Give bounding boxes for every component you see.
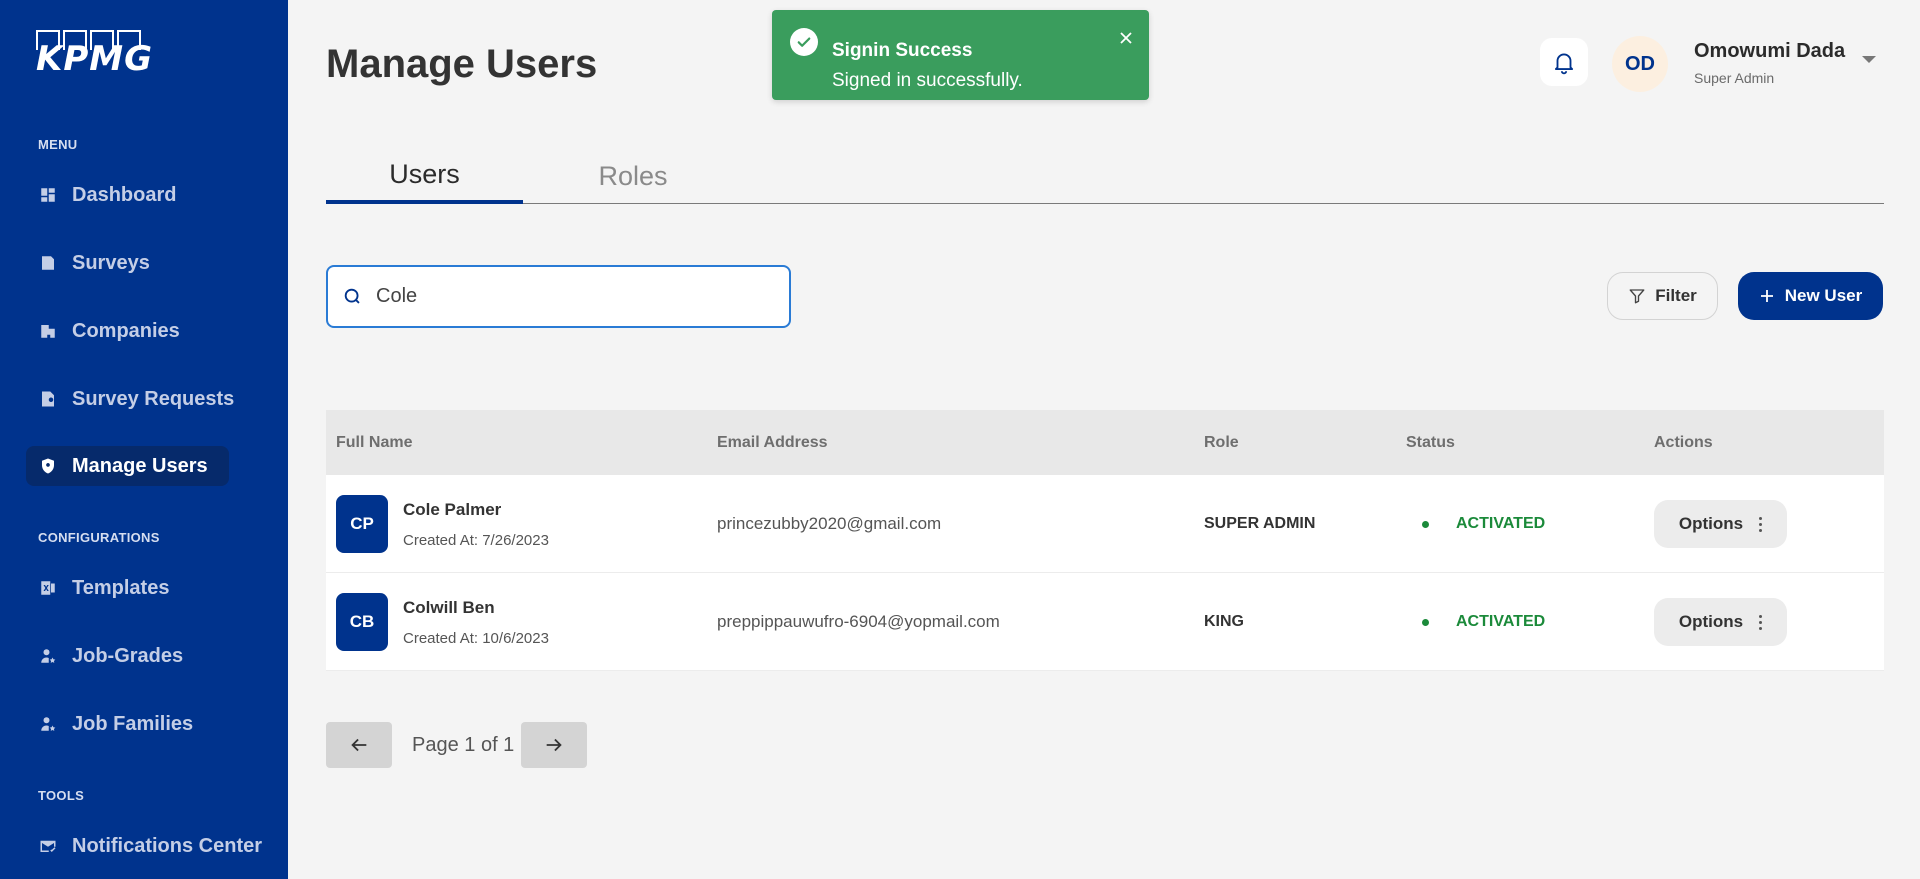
search-input[interactable] bbox=[376, 285, 776, 308]
new-user-label: New User bbox=[1784, 286, 1863, 305]
filter-icon bbox=[1629, 289, 1645, 304]
shield-user-icon bbox=[38, 456, 58, 476]
user-email: princezubby2020@gmail.com bbox=[717, 514, 942, 533]
avatar[interactable]: OD bbox=[1612, 36, 1668, 92]
user-full-name: Colwill Ben bbox=[403, 597, 495, 617]
table-row[interactable]: CP Cole Palmer Created At: 7/26/2023 pri… bbox=[326, 475, 1884, 573]
tab-bar: Users Roles bbox=[326, 148, 1884, 204]
user-created-date: Created At: 7/26/2023 bbox=[403, 531, 549, 549]
company-icon bbox=[38, 321, 58, 341]
status-badge: ACTIVATED bbox=[1422, 613, 1545, 631]
menu-section-title: MENU bbox=[38, 137, 78, 152]
user-email: preppippauwufro-6904@yopmail.com bbox=[717, 612, 1000, 631]
users-table: Full Name Email Address Role Status Acti… bbox=[326, 410, 1884, 671]
sidebar-item-label: Manage Users bbox=[72, 454, 208, 477]
user-avatar: CB bbox=[336, 593, 388, 651]
close-icon[interactable] bbox=[1118, 30, 1134, 46]
sidebar-item-label: Notifications Center bbox=[72, 834, 263, 857]
tab-roles[interactable]: Roles bbox=[523, 148, 743, 204]
dashboard-icon bbox=[38, 185, 58, 205]
tools-section-title: TOOLS bbox=[38, 788, 85, 803]
user-created-date: Created At: 10/6/2023 bbox=[403, 629, 549, 647]
filter-button[interactable]: Filter bbox=[1607, 272, 1718, 320]
user-full-name: Cole Palmer bbox=[403, 499, 502, 519]
plus-icon bbox=[1760, 290, 1773, 302]
page-title: Manage Users bbox=[326, 42, 598, 86]
sidebar-item-label: Surveys bbox=[72, 251, 150, 274]
sidebar-item-label: Job Families bbox=[72, 712, 194, 735]
user-star-icon bbox=[38, 714, 58, 734]
sidebar-item-job-grades[interactable]: Job-Grades bbox=[26, 636, 195, 676]
sidebar-item-job-families[interactable]: Job Families bbox=[26, 704, 205, 744]
user-star-icon bbox=[38, 646, 58, 666]
user-role: KING bbox=[1204, 613, 1244, 630]
notification-bell-button[interactable] bbox=[1540, 38, 1588, 86]
configurations-section-title: CONFIGURATIONS bbox=[38, 530, 160, 545]
sidebar-item-label: Templates bbox=[72, 576, 170, 599]
tab-users[interactable]: Users bbox=[326, 148, 523, 204]
status-dot bbox=[1422, 520, 1429, 528]
sidebar-item-dashboard[interactable]: Dashboard bbox=[26, 175, 188, 215]
status-dot bbox=[1422, 618, 1429, 626]
user-role: SUPER ADMIN bbox=[1204, 515, 1316, 532]
more-vertical-icon bbox=[1759, 516, 1763, 532]
sidebar-item-notifications-center[interactable]: Notifications Center bbox=[26, 826, 274, 866]
arrow-right-icon bbox=[546, 738, 562, 752]
check-circle-icon bbox=[790, 28, 818, 56]
options-button[interactable]: Options bbox=[1654, 598, 1787, 646]
more-vertical-icon bbox=[1759, 614, 1763, 630]
table-header: Full Name Email Address Role Status Acti… bbox=[326, 410, 1884, 475]
user-avatar: CP bbox=[336, 495, 388, 553]
sidebar-item-label: Job-Grades bbox=[72, 644, 184, 667]
chevron-down-icon[interactable] bbox=[1862, 56, 1876, 63]
sidebar-item-label: Survey Requests bbox=[72, 387, 235, 410]
table-row[interactable]: CB Colwill Ben Created At: 10/6/2023 pre… bbox=[326, 573, 1884, 671]
new-user-button[interactable]: New User bbox=[1738, 272, 1883, 320]
sidebar-item-label: Dashboard bbox=[72, 183, 177, 206]
sidebar-item-templates[interactable]: Templates bbox=[26, 568, 181, 608]
column-header-role: Role bbox=[1204, 433, 1239, 451]
column-header-email: Email Address bbox=[717, 433, 828, 451]
column-header-full-name: Full Name bbox=[336, 433, 413, 451]
options-label: Options bbox=[1678, 612, 1744, 631]
toast-message: Signed in successfully. bbox=[832, 70, 1023, 91]
options-label: Options bbox=[1678, 514, 1744, 533]
arrow-left-icon bbox=[351, 738, 367, 752]
page-indicator: Page 1 of 1 bbox=[412, 734, 515, 756]
status-label: ACTIVATED bbox=[1456, 515, 1546, 532]
column-header-status: Status bbox=[1406, 433, 1455, 451]
sidebar-item-manage-users[interactable]: Manage Users bbox=[26, 446, 229, 486]
bell-icon bbox=[1554, 53, 1574, 75]
status-label: ACTIVATED bbox=[1456, 613, 1546, 630]
sidebar-item-label: Companies bbox=[72, 319, 180, 342]
signin-success-toast: Signin Success Signed in successfully. bbox=[772, 10, 1149, 100]
sidebar-item-companies[interactable]: Companies bbox=[26, 311, 192, 351]
column-header-actions: Actions bbox=[1654, 433, 1713, 451]
survey-request-icon bbox=[38, 389, 58, 409]
user-name: Omowumi Dada bbox=[1694, 40, 1846, 62]
next-page-button[interactable] bbox=[521, 722, 587, 768]
options-button[interactable]: Options bbox=[1654, 500, 1787, 548]
filter-label: Filter bbox=[1655, 286, 1697, 305]
survey-icon bbox=[38, 253, 58, 273]
search-box[interactable] bbox=[326, 265, 791, 328]
sidebar: KPMG MENU Dashboard Surveys Companies Su… bbox=[0, 0, 288, 879]
search-icon bbox=[344, 288, 360, 304]
mail-check-icon bbox=[38, 836, 58, 856]
toast-title: Signin Success bbox=[832, 40, 973, 61]
sidebar-item-survey-requests[interactable]: Survey Requests bbox=[26, 379, 246, 419]
previous-page-button[interactable] bbox=[326, 722, 392, 768]
kpmg-logo[interactable]: KPMG bbox=[36, 30, 152, 86]
user-role: Super Admin bbox=[1694, 70, 1775, 86]
excel-icon bbox=[38, 578, 58, 598]
sidebar-item-surveys[interactable]: Surveys bbox=[26, 243, 162, 283]
status-badge: ACTIVATED bbox=[1422, 515, 1545, 533]
